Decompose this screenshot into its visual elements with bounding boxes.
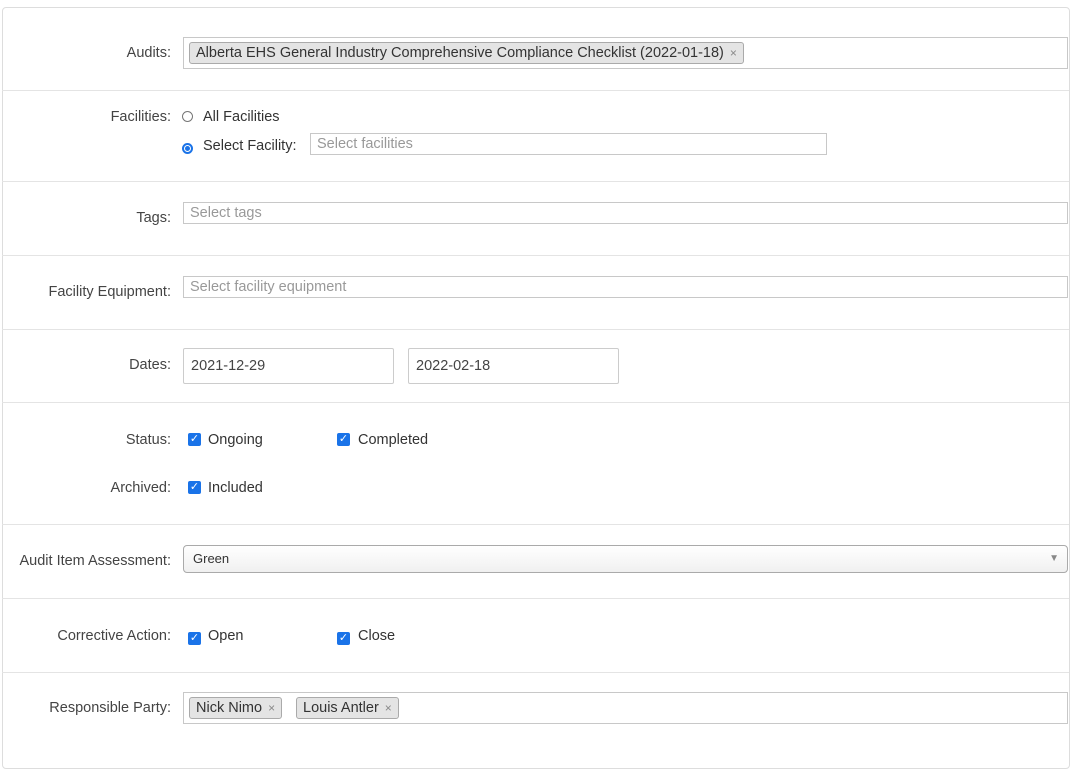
audit-token-label: Alberta EHS General Industry Comprehensi… [196,45,724,61]
ongoing-checkbox[interactable]: ✓ [188,433,201,446]
open-label: Open [208,628,244,644]
tags-label: Tags: [136,210,171,226]
equipment-label: Facility Equipment: [48,284,172,300]
audit-token: Alberta EHS General Industry Comprehensi… [189,42,744,64]
check-icon: ✓ [189,481,200,493]
assessment-value: Green [193,551,230,566]
responsible-select[interactable]: Nick Nimo × Louis Antler × [183,692,1068,724]
completed-checkbox[interactable]: ✓ [337,433,350,446]
archived-included-checkbox[interactable]: ✓ [188,481,201,494]
tags-input[interactable]: Select tags [183,202,1068,224]
end-date-input[interactable]: 2022-02-18 [408,348,619,384]
check-icon: ✓ [338,632,349,644]
status-label: Status: [125,432,171,448]
start-date-input[interactable]: 2021-12-29 [183,348,394,384]
row-divider [2,329,1069,330]
responsible-label: Responsible Party: [49,700,171,716]
responsible-token-label: Louis Antler [303,700,379,716]
row-divider [2,181,1069,182]
audits-select[interactable]: Alberta EHS General Industry Comprehensi… [183,37,1068,69]
assessment-label: Audit Item Assessment: [19,553,171,569]
close-icon[interactable]: × [385,701,392,715]
check-icon: ✓ [338,433,349,445]
row-divider [2,90,1069,91]
row-divider [2,402,1069,403]
ongoing-label: Ongoing [208,432,263,448]
check-icon: ✓ [189,433,200,445]
chevron-down-icon: ▼ [1049,553,1059,564]
close-icon[interactable]: × [730,46,737,60]
responsible-token: Nick Nimo × [189,697,283,719]
corrective-label: Corrective Action: [57,628,171,644]
all-facilities-label: All Facilities [203,109,280,125]
close-checkbox[interactable]: ✓ [337,632,350,645]
facilities-label: Facilities: [110,109,171,125]
audits-label: Audits: [126,45,171,61]
close-icon[interactable]: × [268,701,275,715]
responsible-token-label: Nick Nimo [196,700,263,716]
select-facility-label: Select Facility: [203,138,297,154]
check-icon: ✓ [189,632,200,644]
row-divider [2,255,1069,256]
assessment-select[interactable]: Green ▼ [183,545,1068,573]
row-divider [2,672,1069,673]
radio-select-facility[interactable] [182,143,193,154]
radio-all-facilities[interactable] [182,111,193,122]
facilities-input[interactable]: Select facilities [310,133,827,155]
open-checkbox[interactable]: ✓ [188,632,201,645]
responsible-token: Louis Antler × [296,697,399,719]
dates-label: Dates: [129,357,171,373]
row-divider [2,524,1069,525]
close-label: Close [358,628,396,644]
archived-label: Archived: [110,480,171,496]
completed-label: Completed [358,432,429,448]
row-divider [2,598,1069,599]
included-label: Included [208,480,263,496]
equipment-input[interactable]: Select facility equipment [183,276,1068,298]
